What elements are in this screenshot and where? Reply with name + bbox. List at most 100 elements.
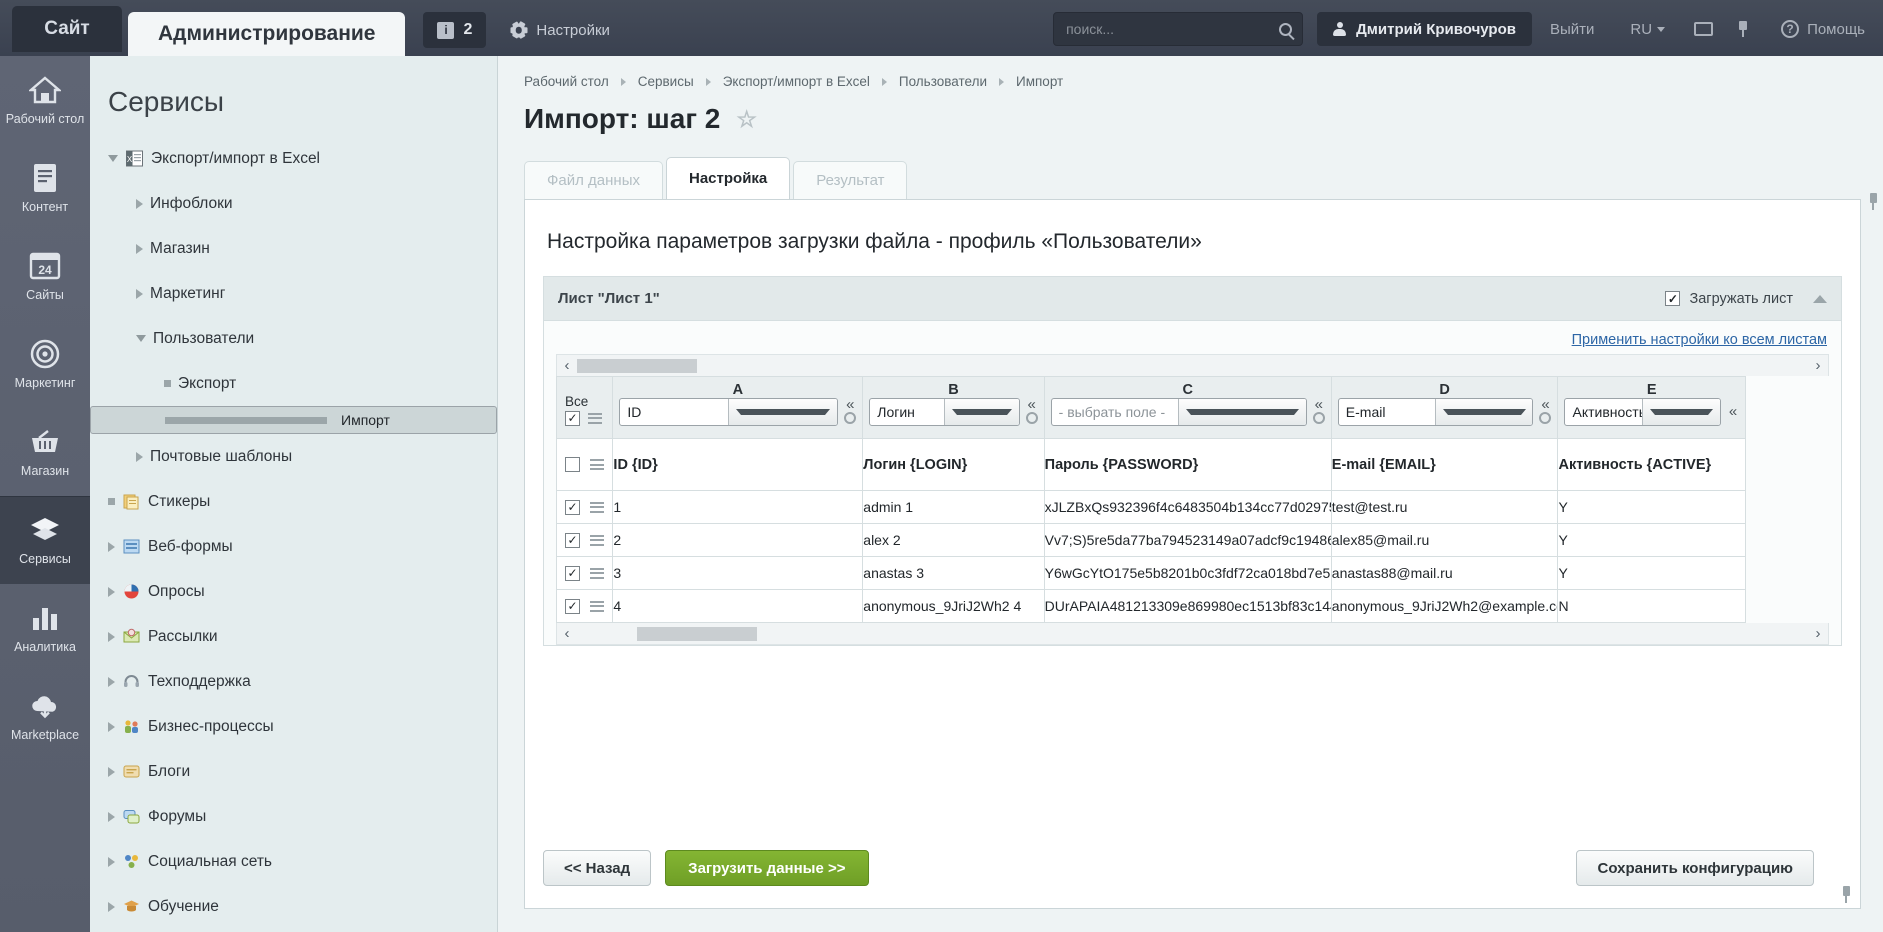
chevron-right-icon[interactable] xyxy=(108,632,115,642)
site-tab[interactable]: Сайт xyxy=(12,6,122,52)
drag-handle-icon[interactable] xyxy=(590,568,604,579)
rail-item-content[interactable]: Контент xyxy=(0,144,90,232)
tab-settings[interactable]: Настройка xyxy=(666,157,790,199)
drag-handle-icon[interactable] xyxy=(590,535,604,546)
load-sheet-checkbox[interactable]: ✓ xyxy=(1665,291,1680,306)
shift-left-icon[interactable]: « xyxy=(1315,400,1323,410)
tree-item-learning[interactable]: Обучение xyxy=(90,884,497,929)
chevron-down-icon[interactable] xyxy=(1435,399,1532,425)
admin-tab[interactable]: Администрирование xyxy=(128,12,405,56)
field-select-b[interactable]: Логин xyxy=(869,398,1019,426)
tree-item-techsupport[interactable]: Техподдержка xyxy=(90,659,497,704)
breadcrumb-item[interactable]: Импорт xyxy=(1016,74,1063,89)
field-select-a[interactable]: ID xyxy=(619,398,838,426)
row-select-checkbox[interactable]: ✓ xyxy=(565,566,580,581)
tree-item-stickers[interactable]: Стикеры xyxy=(90,479,497,524)
table-row[interactable]: ✓ 4 anonymous_9JriJ2Wh2 4 DUrAPAIA481213… xyxy=(557,590,1746,623)
table-row[interactable]: ✓ 2 alex 2 Vv7;S)5re5da77ba794523149a07a… xyxy=(557,524,1746,557)
field-select-c[interactable]: - выбрать поле - xyxy=(1051,398,1307,426)
collapse-icon[interactable] xyxy=(1813,295,1827,303)
drag-handle-icon[interactable] xyxy=(590,459,604,470)
tree-item-marketing[interactable]: Маркетинг xyxy=(90,271,497,316)
chevron-right-icon[interactable] xyxy=(108,857,115,867)
chevron-right-icon[interactable] xyxy=(136,244,143,254)
shift-left-icon[interactable]: « xyxy=(846,400,854,410)
chevron-right-icon[interactable] xyxy=(108,677,115,687)
chevron-right-icon[interactable] xyxy=(136,199,143,209)
field-select-e[interactable]: Активность xyxy=(1564,398,1721,426)
search-input[interactable] xyxy=(1064,20,1279,38)
gear-icon[interactable] xyxy=(1539,412,1551,424)
rail-item-shop[interactable]: Магазин xyxy=(0,408,90,496)
gear-icon[interactable] xyxy=(1026,412,1038,424)
chevron-right-icon[interactable] xyxy=(108,542,115,552)
shift-left-icon[interactable]: « xyxy=(1729,407,1737,417)
fullscreen-button[interactable] xyxy=(1683,12,1723,46)
chevron-right-icon[interactable] xyxy=(136,452,143,462)
star-icon[interactable]: ☆ xyxy=(736,106,757,133)
chevron-right-icon[interactable] xyxy=(108,587,115,597)
tab-result[interactable]: Результат xyxy=(793,161,907,199)
gear-icon[interactable] xyxy=(844,412,856,424)
tree-item-import[interactable]: Импорт xyxy=(90,406,497,434)
pin-button[interactable] xyxy=(1723,12,1763,46)
chevron-right-icon[interactable] xyxy=(136,289,143,299)
chevron-right-icon[interactable] xyxy=(108,902,115,912)
settings-menu[interactable]: Настройки xyxy=(510,12,610,48)
rail-item-sites[interactable]: 24 Сайты xyxy=(0,232,90,320)
chevron-down-icon[interactable] xyxy=(728,399,837,425)
scroll-track[interactable] xyxy=(577,627,1808,641)
scroll-thumb[interactable] xyxy=(637,627,757,641)
scroll-left-icon[interactable]: ‹ xyxy=(557,625,577,642)
select-all-checkbox[interactable]: ✓ xyxy=(565,411,580,426)
chevron-right-icon[interactable] xyxy=(108,767,115,777)
tree-item-blogs[interactable]: Блоги xyxy=(90,749,497,794)
tree-item-users[interactable]: Пользователи xyxy=(90,316,497,361)
search-box[interactable] xyxy=(1053,12,1303,46)
tree-item-webforms[interactable]: Веб-формы xyxy=(90,524,497,569)
help-link[interactable]: ? Помощь xyxy=(1763,12,1883,46)
tree-item-shop[interactable]: Магазин xyxy=(90,226,497,271)
breadcrumb-item[interactable]: Рабочий стол xyxy=(524,74,609,89)
tab-data-file[interactable]: Файл данных xyxy=(524,161,663,199)
shift-left-icon[interactable]: « xyxy=(1541,400,1549,410)
tree-item-mailings[interactable]: Рассылки xyxy=(90,614,497,659)
tree-item-export[interactable]: Экспорт xyxy=(90,361,497,406)
tree-item-polls[interactable]: Опросы xyxy=(90,569,497,614)
rail-item-services[interactable]: Сервисы xyxy=(0,496,90,584)
table-row[interactable]: ✓ 3 anastas 3 Y6wGcYtO175e5b8201b0c3fdf7… xyxy=(557,557,1746,590)
gear-icon[interactable] xyxy=(1313,412,1325,424)
tree-item-mail-templates[interactable]: Почтовые шаблоны xyxy=(90,434,497,479)
chevron-down-icon[interactable] xyxy=(1642,399,1720,425)
tree-item-infoblocks[interactable]: Инфоблоки xyxy=(90,181,497,226)
chevron-down-icon[interactable] xyxy=(108,155,118,162)
save-config-button[interactable]: Сохранить конфигурацию xyxy=(1576,850,1814,886)
language-switcher[interactable]: RU xyxy=(1612,12,1683,46)
grid-scrollbar-top[interactable]: ‹ › xyxy=(556,354,1829,376)
grid-scrollbar-bottom[interactable]: ‹ › xyxy=(556,623,1829,645)
chevron-right-icon[interactable] xyxy=(108,722,115,732)
tree-item-excel-import-export[interactable]: X Экспорт/импорт в Excel xyxy=(90,136,497,181)
search-icon[interactable] xyxy=(1279,23,1292,36)
scroll-right-icon[interactable]: › xyxy=(1808,625,1828,642)
chevron-down-icon[interactable] xyxy=(1178,399,1306,425)
field-select-d[interactable]: E-mail xyxy=(1338,398,1534,426)
drag-handle-icon[interactable] xyxy=(590,601,604,612)
scroll-track[interactable] xyxy=(577,359,1808,373)
tree-item-business-processes[interactable]: Бизнес-процессы xyxy=(90,704,497,749)
chevron-right-icon[interactable] xyxy=(108,812,115,822)
scroll-right-icon[interactable]: › xyxy=(1808,357,1828,374)
tree-item-social-network[interactable]: Социальная сеть xyxy=(90,839,497,884)
rail-item-marketing[interactable]: Маркетинг xyxy=(0,320,90,408)
breadcrumb-item[interactable]: Сервисы xyxy=(638,74,694,89)
scroll-left-icon[interactable]: ‹ xyxy=(557,357,577,374)
chevron-down-icon[interactable] xyxy=(136,335,146,342)
chevron-down-icon[interactable] xyxy=(944,399,1019,425)
tree-item-forums[interactable]: Форумы xyxy=(90,794,497,839)
rail-item-analytics[interactable]: Аналитика xyxy=(0,584,90,672)
user-menu[interactable]: Дмитрий Кривочуров xyxy=(1317,12,1532,46)
back-button[interactable]: << Назад xyxy=(543,850,651,886)
notifications-counter[interactable]: i 2 xyxy=(423,12,486,48)
row-select-checkbox[interactable]: ✓ xyxy=(565,500,580,515)
logout-link[interactable]: Выйти xyxy=(1532,12,1612,46)
